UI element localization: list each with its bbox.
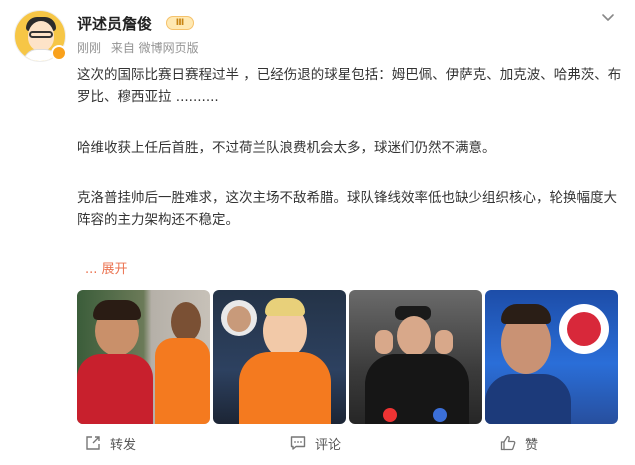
post-paragraph: 克洛普挂帅后一胜难求，这次主场不敌希腊。球队锋线效率低也缺少组织核心，轮换幅度大… bbox=[77, 190, 617, 228]
photo-thumbnail[interactable] bbox=[349, 290, 482, 424]
like-button[interactable]: 赞 bbox=[499, 433, 538, 453]
post-source: 来自 微博网页版 bbox=[110, 41, 199, 55]
expand-link[interactable]: ... 展开 bbox=[85, 258, 128, 277]
photo-thumbnail[interactable] bbox=[213, 290, 346, 424]
repost-icon bbox=[86, 436, 100, 450]
author-name[interactable]: 评述员詹俊 bbox=[77, 13, 152, 34]
post-meta: 刚刚 来自 微博网页版 bbox=[77, 39, 205, 56]
photo-grid bbox=[77, 290, 620, 424]
comment-icon bbox=[290, 436, 306, 450]
weibo-post-card: 评述员詹俊 Ⅲ 刚刚 来自 微博网页版 这次的国际比赛日赛程过半 ，已经伤退的球… bbox=[0, 0, 635, 465]
avatar[interactable] bbox=[14, 10, 67, 62]
action-bar: 转发 评论 赞 bbox=[0, 428, 635, 458]
chevron-down-icon[interactable] bbox=[600, 10, 616, 26]
repost-button[interactable]: 转发 bbox=[84, 433, 136, 453]
level-badge[interactable]: Ⅲ bbox=[166, 16, 194, 30]
post-time[interactable]: 刚刚 bbox=[77, 41, 101, 55]
post-paragraph: 哈维收获上任后首胜，不过荷兰队浪费机会太多，球迷们仍然不满意。 bbox=[77, 140, 496, 156]
photo-thumbnail[interactable] bbox=[485, 290, 618, 424]
repost-label: 转发 bbox=[110, 437, 137, 453]
thumb-up-icon bbox=[500, 435, 516, 451]
like-label: 赞 bbox=[525, 437, 539, 453]
post-paragraph: 这次的国际比赛日赛程过半 ，已经伤退的球星包括：姆巴佩、伊萨克、加克波、哈弗茨、… bbox=[77, 67, 622, 105]
comment-button[interactable]: 评论 bbox=[289, 433, 341, 453]
verified-badge-icon bbox=[51, 45, 67, 61]
photo-thumbnail[interactable] bbox=[77, 290, 210, 424]
comment-label: 评论 bbox=[315, 437, 342, 453]
